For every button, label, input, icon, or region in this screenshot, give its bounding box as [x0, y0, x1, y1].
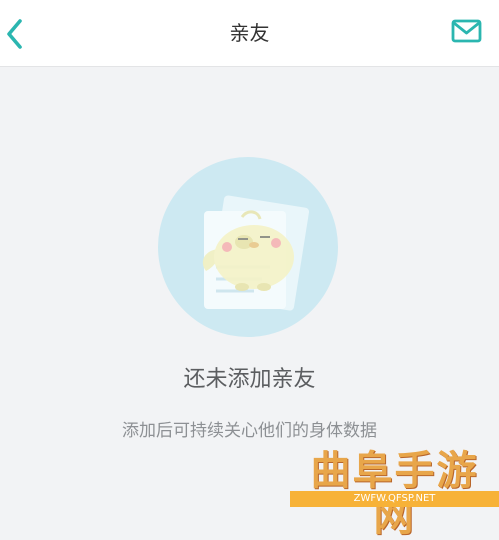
empty-state-description: 添加后可持续关心他们的身体数据: [122, 421, 377, 441]
mail-icon: [451, 19, 482, 43]
watermark-url: ZWFW.QFSP.NET: [353, 493, 436, 504]
page-title: 亲友: [229, 21, 270, 45]
nav-bar: 亲友: [0, 0, 499, 67]
empty-state-illustration: [158, 157, 338, 337]
empty-state-title: 还未添加亲友: [183, 367, 316, 392]
messages-button[interactable]: [447, 14, 487, 50]
watermark-logo: 曲阜手游网 ZWFW.QFSP.NET: [290, 448, 499, 540]
